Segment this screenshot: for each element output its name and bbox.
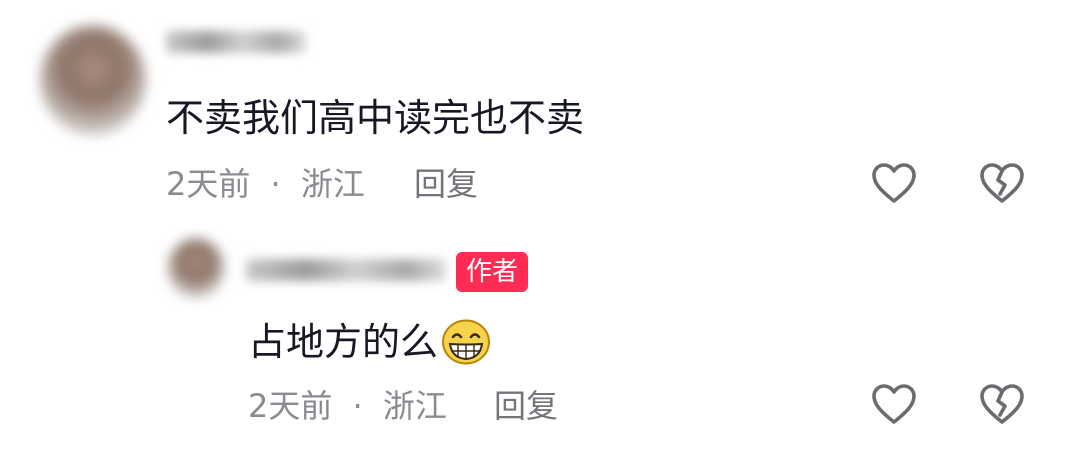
reply-location: 浙江: [382, 387, 447, 425]
reply-text: 占地方的么: [248, 320, 439, 364]
grinning-face-emoji: [440, 318, 492, 366]
broken-heart-icon[interactable]: [978, 382, 1026, 426]
commenter-avatar[interactable]: [40, 25, 146, 135]
reply-time: 2天前: [248, 387, 333, 425]
meta-separator: ·: [352, 387, 363, 425]
reply-author-avatar[interactable]: [168, 238, 224, 298]
reply-button[interactable]: 回复: [414, 164, 478, 204]
author-badge: 作者: [456, 252, 529, 292]
comment-text: 不卖我们高中读完也不卖: [166, 96, 585, 140]
reply-author-username-blurred[interactable]: [246, 259, 446, 281]
meta-separator: ·: [270, 165, 281, 203]
heart-icon[interactable]: [870, 161, 918, 205]
heart-icon[interactable]: [870, 382, 918, 426]
reply-comment: 占地方的么: [248, 318, 492, 366]
broken-heart-icon[interactable]: [978, 161, 1026, 205]
commenter-username-blurred[interactable]: [166, 31, 306, 53]
reply-meta: 2天前 · 浙江: [248, 386, 447, 426]
comment-meta: 2天前 · 浙江: [166, 164, 365, 204]
comment-location: 浙江: [300, 165, 365, 203]
reply-to-reply-button[interactable]: 回复: [494, 386, 558, 426]
comment-time: 2天前: [166, 165, 251, 203]
